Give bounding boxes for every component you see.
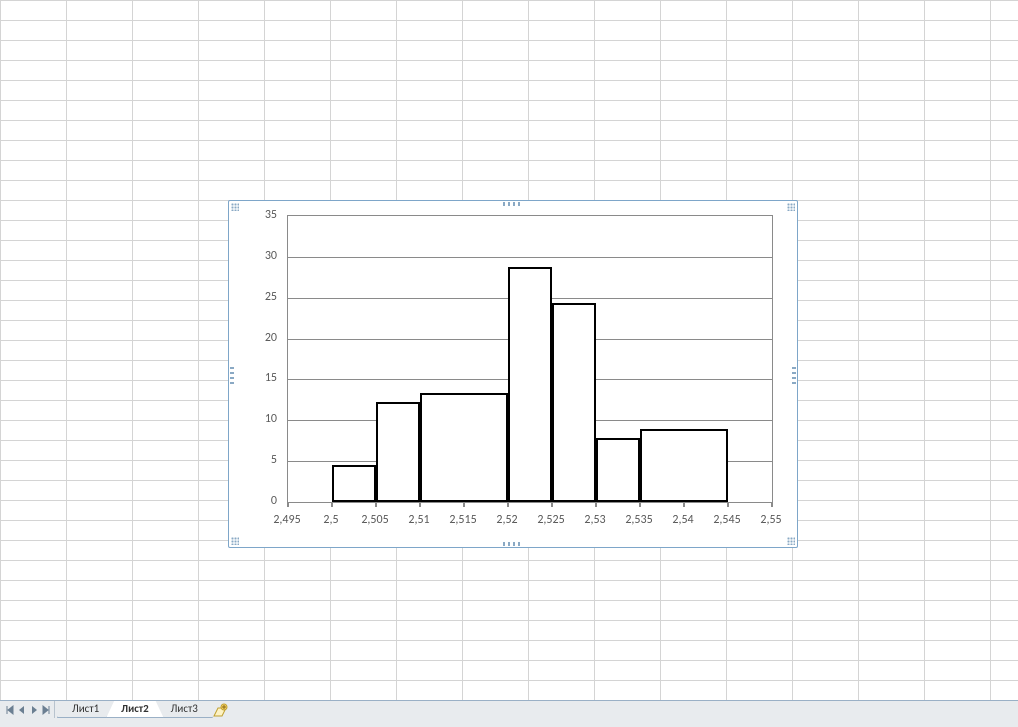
x-tick-label: 2,53 [584,513,605,527]
resize-handle-tl[interactable] [231,203,239,211]
y-tick-label: 0 [271,494,277,508]
y-tick-label: 10 [265,412,277,426]
x-tick-label: 2,495 [273,513,300,527]
x-tick-label: 2,525 [537,513,564,527]
y-tick-label: 15 [265,371,277,385]
x-tick-label: 2,55 [760,513,781,527]
resize-handle-top[interactable] [503,202,523,206]
x-tick-label: 2,505 [361,513,388,527]
bar[interactable] [596,438,640,502]
resize-handle-bl[interactable] [231,537,239,545]
gridline [288,257,772,258]
chart-object[interactable]: 0 5 10 15 20 25 30 35 2,495 2,5 2,505 2,51 2,515 2,5… [228,200,798,548]
bar[interactable] [508,267,552,502]
last-sheet-button[interactable] [41,703,51,717]
x-axis-labels: 2,4952,52,5052,512,5152,522,5252,532,535… [287,507,773,533]
bar[interactable] [376,402,420,502]
sheet-tabs: Лист1 Лист2 Лист3 [57,701,231,718]
resize-handle-bottom[interactable] [503,542,523,546]
prev-sheet-button[interactable] [17,703,27,717]
x-tick-label: 2,54 [672,513,693,527]
x-tick-label: 2,515 [449,513,476,527]
sheet-tab-1[interactable]: Лист1 [57,701,114,718]
sheet-tab-2[interactable]: Лист2 [106,701,164,718]
sheet-nav-buttons [0,701,55,718]
first-sheet-button[interactable] [5,703,15,717]
y-tick-label: 20 [265,331,277,345]
status-strip [0,718,1018,727]
resize-handle-right[interactable] [792,364,796,384]
chart-inner: 05101520253035 2,4952,52,5052,512,5152,5… [243,215,783,533]
plot-area[interactable] [287,215,773,503]
x-tick-label: 2,535 [625,513,652,527]
next-sheet-button[interactable] [29,703,39,717]
resize-handle-left[interactable] [230,364,234,384]
y-tick-label: 35 [265,208,277,222]
x-tick-label: 2,5 [323,513,338,527]
y-tick-label: 30 [265,249,277,263]
x-tick-label: 2,52 [496,513,517,527]
y-axis-labels: 05101520253035 [243,215,283,503]
sheet-tab-bar: Лист1 Лист2 Лист3 [0,700,1018,718]
x-tick-label: 2,545 [713,513,740,527]
bar[interactable] [332,465,376,502]
y-tick-label: 25 [265,290,277,304]
bar[interactable] [552,303,596,502]
x-tick-label: 2,51 [408,513,429,527]
new-sheet-button[interactable] [209,701,231,718]
y-tick-label: 5 [271,453,277,467]
resize-handle-br[interactable] [787,537,795,545]
bar[interactable] [640,429,728,502]
resize-handle-tr[interactable] [787,203,795,211]
bar[interactable] [420,393,508,502]
sheet-tab-3[interactable]: Лист3 [156,701,213,718]
